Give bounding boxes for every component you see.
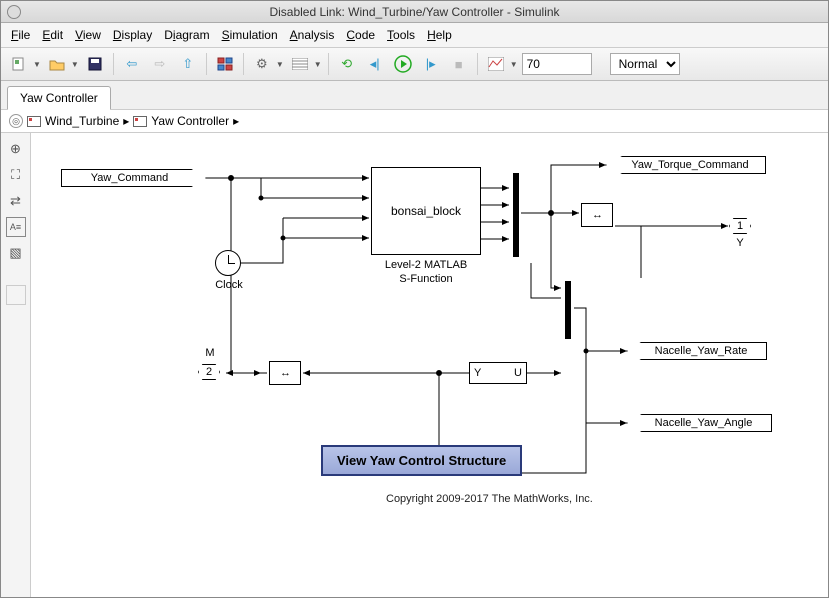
tab-yaw-controller[interactable]: Yaw Controller: [7, 86, 111, 110]
block-goto-nacelle-angle[interactable]: Nacelle_Yaw_Angle: [627, 414, 772, 432]
breadcrumb-root[interactable]: Wind_Turbine: [45, 114, 119, 128]
menu-view[interactable]: View: [71, 26, 105, 44]
zoom-icon[interactable]: ⊕: [6, 139, 26, 159]
image-icon[interactable]: ▧: [6, 243, 26, 263]
arrows-icon: ↔: [280, 367, 290, 379]
explorer-dropdown-icon[interactable]: ▼: [314, 60, 322, 69]
menu-diagram[interactable]: Diagram: [160, 26, 213, 44]
annotation-icon[interactable]: A≡: [6, 217, 26, 237]
label-port1: 1: [737, 220, 743, 232]
breadcrumb-sep-icon: ▸: [123, 114, 129, 128]
step-forward-button[interactable]: |▸: [419, 52, 443, 76]
fit-icon[interactable]: ⛶: [6, 165, 26, 185]
empty-palette-icon[interactable]: [6, 285, 26, 305]
open-button[interactable]: [45, 52, 69, 76]
view-yaw-control-structure-button[interactable]: View Yaw Control Structure: [321, 445, 522, 476]
model-config-button[interactable]: ⚙: [250, 52, 274, 76]
stop-time-input[interactable]: [522, 53, 592, 75]
breadcrumb-bar: ◎ Wind_Turbine ▸ Yaw Controller ▸: [1, 110, 828, 133]
block-goto-nacelle-rate[interactable]: Nacelle_Yaw_Rate: [627, 342, 767, 360]
block-mux-2[interactable]: [565, 281, 571, 339]
label-clock: Clock: [209, 279, 249, 291]
arrows-icon: ↔: [592, 209, 602, 221]
label-nacelle-rate: Nacelle_Yaw_Rate: [655, 345, 748, 357]
block-inport-2[interactable]: 2: [198, 364, 220, 380]
config-dropdown-icon[interactable]: ▼: [276, 60, 284, 69]
up-button[interactable]: ⇧: [176, 52, 200, 76]
new-dropdown-icon[interactable]: ▼: [33, 60, 41, 69]
open-dropdown-icon[interactable]: ▼: [71, 60, 79, 69]
new-button[interactable]: [7, 52, 31, 76]
window-close-button[interactable]: [7, 5, 21, 19]
back-button[interactable]: ⇦: [120, 52, 144, 76]
model-icon: [27, 116, 41, 127]
menu-file[interactable]: File: [7, 26, 34, 44]
scope-dropdown-icon[interactable]: ▼: [510, 60, 518, 69]
toolbar: ▼ ▼ ⇦ ⇨ ⇧ ⚙ ▼ ▼ ⟲ ◂| |▸ ■ ▼ Normal: [1, 48, 828, 81]
block-rate-transition-1[interactable]: ↔: [581, 203, 613, 227]
menu-bar: File Edit View Display Diagram Simulatio…: [1, 23, 828, 48]
block-rate-transition-2[interactable]: ↔: [269, 361, 301, 385]
label-bonsai: bonsai_block: [391, 204, 461, 218]
copyright-text: Copyright 2009-2017 The MathWorks, Inc.: [386, 493, 593, 505]
menu-edit[interactable]: Edit: [38, 26, 67, 44]
stop-button[interactable]: ■: [447, 52, 471, 76]
breadcrumb-sub[interactable]: Yaw Controller: [151, 114, 229, 128]
block-clock[interactable]: [215, 250, 241, 276]
scope-button[interactable]: [484, 52, 508, 76]
menu-display[interactable]: Display: [109, 26, 156, 44]
forward-button[interactable]: ⇨: [148, 52, 172, 76]
label-bonsai-caption2: S-Function: [371, 273, 481, 285]
label-y: Y: [474, 367, 481, 379]
save-button[interactable]: [83, 52, 107, 76]
label-u: U: [514, 367, 522, 379]
breadcrumb-sep-icon: ▸: [233, 114, 239, 128]
label-yaw-command: Yaw_Command: [91, 172, 168, 184]
canvas[interactable]: Yaw_Command bonsai_block Level-2 MATLAB …: [31, 133, 828, 597]
block-bonsai[interactable]: bonsai_block: [371, 167, 481, 255]
label-yaw-torque: Yaw_Torque_Command: [631, 159, 748, 171]
block-yu[interactable]: Y U: [469, 362, 527, 384]
label-outport-y: Y: [731, 237, 749, 249]
menu-code[interactable]: Code: [342, 26, 379, 44]
palette: ⊕ ⛶ ⇄ A≡ ▧: [1, 133, 31, 597]
menu-analysis[interactable]: Analysis: [286, 26, 339, 44]
label-m: M: [201, 347, 219, 359]
menu-tools[interactable]: Tools: [383, 26, 419, 44]
block-inport-yaw-command[interactable]: Yaw_Command: [61, 169, 206, 187]
simulation-mode-select[interactable]: Normal: [610, 53, 680, 75]
library-browser-button[interactable]: [213, 52, 237, 76]
menu-simulation[interactable]: Simulation: [218, 26, 282, 44]
block-goto-yaw-torque[interactable]: Yaw_Torque_Command: [606, 156, 766, 174]
toggle-icon[interactable]: ⇄: [6, 191, 26, 211]
subsystem-icon: [133, 116, 147, 127]
title-bar: Disabled Link: Wind_Turbine/Yaw Controll…: [1, 1, 828, 23]
block-outport-1[interactable]: 1: [729, 218, 751, 234]
label-bonsai-caption1: Level-2 MATLAB: [371, 259, 481, 271]
label-nacelle-angle: Nacelle_Yaw_Angle: [655, 417, 753, 429]
window-title: Disabled Link: Wind_Turbine/Yaw Controll…: [269, 5, 559, 19]
block-mux-1[interactable]: [513, 173, 519, 257]
tab-row: Yaw Controller: [1, 81, 828, 110]
step-back-button[interactable]: ◂|: [363, 52, 387, 76]
run-button[interactable]: [391, 52, 415, 76]
fast-restart-button[interactable]: ⟲: [335, 52, 359, 76]
label-port2: 2: [206, 366, 212, 378]
menu-help[interactable]: Help: [423, 26, 456, 44]
model-explorer-button[interactable]: [288, 52, 312, 76]
navigate-history-icon[interactable]: ◎: [9, 114, 23, 128]
